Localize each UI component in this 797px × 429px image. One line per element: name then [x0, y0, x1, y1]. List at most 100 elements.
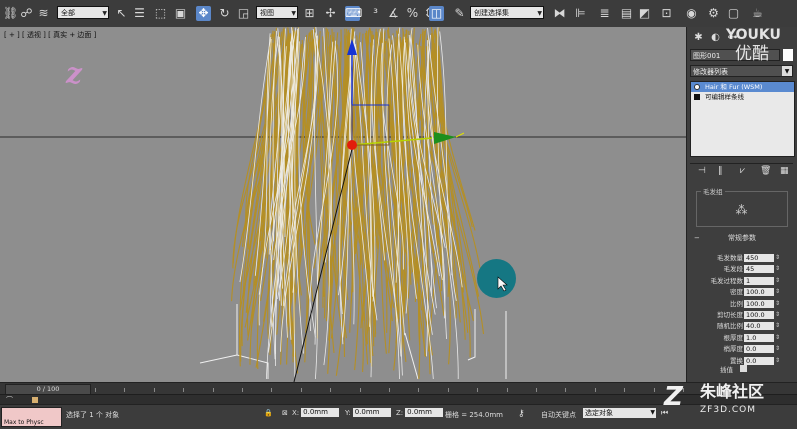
mirror-icon[interactable]: ⧓ — [552, 6, 567, 21]
param-value-field[interactable]: 450 — [744, 254, 774, 262]
param-value-field[interactable]: 0.0 — [744, 356, 774, 365]
keyboard-shortcut-icon[interactable]: ⌨ — [345, 6, 362, 21]
viewport-label[interactable]: [ + ] [ 透视 ] [ 真实 + 边面 ] — [4, 30, 96, 40]
snap-3-icon[interactable]: ³ — [368, 6, 383, 21]
spinner-icon[interactable]: ⇕ — [775, 334, 780, 342]
pin-stack-icon[interactable]: ⊣ — [698, 166, 706, 176]
spinner-icon[interactable]: ⇕ — [775, 357, 780, 365]
param-value-field[interactable]: 1 — [744, 276, 774, 285]
expand-box-icon[interactable] — [694, 94, 700, 100]
param-value-field[interactable]: 40.0 — [744, 322, 774, 331]
edit-named-sel-icon[interactable]: ◫ — [429, 6, 444, 21]
spinner-icon[interactable]: ⇕ — [775, 254, 780, 262]
rollup-general-params[interactable]: − 常规参数 — [694, 233, 790, 243]
param-value-field[interactable]: 100.0 — [744, 311, 774, 319]
modifier-list-dropdown[interactable]: 修改器列表 ▼ — [690, 65, 793, 77]
bind-spacewarp-icon[interactable]: ≋ — [36, 6, 51, 21]
unlink-icon[interactable]: ☍ — [19, 6, 34, 21]
angle-snap-icon[interactable]: ∡ — [386, 6, 401, 21]
command-panel: ✱ ◐ ⊶ 图形001 修改器列表 ▼ Hair 和 Fur (WSM) 可编辑样… — [686, 27, 797, 382]
chevron-down-icon: ▼ — [537, 10, 542, 17]
interp-checkbox[interactable] — [740, 365, 747, 372]
lightbulb-icon[interactable] — [694, 84, 700, 90]
param-row: 比例 100.0 ⇕ — [691, 299, 792, 309]
move-icon[interactable]: ✥ — [196, 6, 211, 21]
spinner-icon[interactable]: ⇕ — [775, 277, 780, 285]
main-toolbar: ⛓ ☍ ≋ 全部 ▼ ↖ ☰ ⬚ ▣ ✥ ↻ ◲ 视图 ▼ ⊞ ✢ ⌨ ³ ∡ % … — [0, 0, 797, 28]
selection-filter-select[interactable]: 全部 ▼ — [57, 6, 109, 19]
remove-modifier-icon[interactable]: 🗑 — [760, 166, 771, 176]
time-slider-track[interactable] — [95, 386, 685, 393]
key-icon[interactable]: ⚷ — [518, 409, 525, 419]
percent-snap-icon[interactable]: % — [405, 6, 420, 21]
select-object-icon[interactable]: ↖ — [114, 6, 129, 21]
select-manipulate-icon[interactable]: ✢ — [323, 6, 338, 21]
object-color-swatch[interactable] — [783, 49, 793, 61]
rollup-general-label: 常规参数 — [728, 234, 756, 242]
stack-item-editable-spline[interactable]: 可编辑样条线 — [691, 92, 794, 102]
spinner-icon[interactable]: ⇕ — [775, 345, 780, 353]
schematic-icon[interactable]: ⊡ — [659, 6, 674, 21]
x-coordinate[interactable]: X: 0.0mm — [292, 408, 340, 418]
collapse-icon: − — [694, 234, 700, 242]
lock-selection-icon[interactable]: 🔒 — [264, 409, 273, 417]
layer-icon[interactable]: ≣ — [597, 6, 612, 21]
time-tick — [389, 388, 390, 392]
rect-region-icon[interactable]: ⬚ — [153, 6, 168, 21]
y-coordinate[interactable]: Y: 0.0mm — [345, 408, 391, 418]
y-value-field[interactable]: 0.0mm — [352, 408, 391, 417]
modify-tab-icon[interactable]: ◐ — [708, 31, 723, 45]
param-value-field[interactable]: 100.0 — [744, 288, 774, 297]
time-tick — [359, 388, 361, 392]
autokey-button[interactable]: 自动关键点 — [541, 410, 576, 420]
curve-editor-icon[interactable]: ◩ — [637, 6, 652, 21]
create-tab-icon[interactable]: ✱ — [691, 31, 706, 45]
rendered-frame-icon[interactable]: ▢ — [726, 6, 741, 21]
rotate-icon[interactable]: ↻ — [217, 6, 232, 21]
spinner-icon[interactable]: ⇕ — [775, 288, 780, 296]
param-value-field[interactable]: 100.0 — [744, 299, 774, 308]
perspective-viewport[interactable]: [ + ] [ 透视 ] [ 真实 + 边面 ] z — [0, 27, 686, 382]
spinner-icon[interactable]: ⇕ — [775, 311, 780, 319]
key-filter-select[interactable]: 选定对象 ▼ — [583, 408, 656, 418]
render-icon[interactable]: ☕ — [750, 6, 765, 21]
reference-coord-select[interactable]: 视图 ▼ — [256, 6, 298, 19]
hair-preview-icon[interactable]: ⁂ — [721, 200, 761, 220]
param-value-field[interactable]: 0.0 — [744, 345, 774, 354]
time-tick — [683, 388, 684, 392]
material-editor-icon[interactable]: ◉ — [684, 6, 699, 21]
render-setup-icon[interactable]: ⚙ — [706, 6, 721, 21]
select-by-name-icon[interactable]: ☰ — [132, 6, 147, 21]
x-value-field[interactable]: 0.0mm — [301, 408, 340, 417]
scene-explorer-icon[interactable]: ▤ — [619, 6, 634, 21]
spinner-icon[interactable]: ⇕ — [775, 300, 780, 308]
spinner-icon[interactable]: ⇕ — [775, 265, 780, 273]
param-value-field[interactable]: 1.0 — [744, 333, 774, 342]
watermark-z-logo: z — [66, 57, 82, 90]
configure-sets-icon[interactable]: ▦ — [780, 166, 789, 176]
pivot-icon[interactable]: ⊞ — [302, 6, 317, 21]
param-label: 随机比例 — [717, 322, 743, 331]
show-end-result-icon[interactable]: ‖ — [718, 166, 723, 176]
chevron-down-icon: ▼ — [650, 409, 655, 416]
chevron-down-icon: ▼ — [782, 66, 792, 76]
maxscript-listener[interactable]: Max to Physc — [1, 407, 62, 427]
named-sel-set-icon[interactable]: ✎ — [452, 6, 467, 21]
named-selection-select[interactable]: 创建选择集 ▼ — [470, 6, 544, 19]
make-unique-icon[interactable]: ⩗ — [740, 166, 745, 176]
absolute-mode-icon[interactable]: ⊠ — [282, 409, 288, 417]
time-tick — [565, 388, 567, 392]
zf3d-logo-icon: Z — [664, 382, 683, 412]
window-crossing-icon[interactable]: ▣ — [173, 6, 188, 21]
stack-item-hair-fur[interactable]: Hair 和 Fur (WSM) — [691, 82, 794, 92]
link-icon[interactable]: ⛓ — [3, 6, 18, 21]
spinner-icon[interactable]: ⇕ — [775, 322, 780, 330]
z-coordinate[interactable]: Z: 0.0mm — [396, 408, 444, 418]
guide-splines — [199, 304, 507, 380]
align-icon[interactable]: ⊫ — [573, 6, 588, 21]
keyframe-marker[interactable] — [32, 397, 38, 403]
scale-icon[interactable]: ◲ — [236, 6, 251, 21]
time-tick — [594, 388, 596, 392]
z-value-field[interactable]: 0.0mm — [405, 408, 444, 417]
param-value-field[interactable]: 45 — [744, 265, 774, 274]
